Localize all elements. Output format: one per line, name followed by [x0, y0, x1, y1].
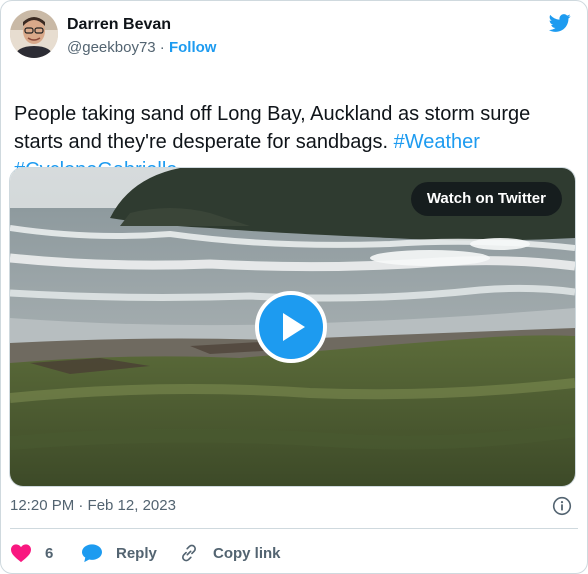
twitter-bird-icon[interactable]: [547, 12, 573, 34]
author-handle[interactable]: @geekboy73: [67, 39, 156, 56]
like-count: 6: [45, 544, 54, 562]
link-icon: [182, 544, 196, 562]
watch-on-twitter-button[interactable]: Watch on Twitter: [410, 182, 562, 216]
reply-button[interactable]: Reply: [81, 541, 157, 565]
copy-link-label: Copy link: [213, 544, 281, 562]
tweet-timestamp[interactable]: 12:20 PM · Feb 12, 2023: [10, 497, 176, 514]
video-media[interactable]: Watch on Twitter: [9, 167, 576, 487]
info-icon[interactable]: [552, 496, 572, 516]
author-handle-row: @geekboy73 · Follow: [67, 39, 216, 56]
separator-dot: ·: [159, 39, 165, 56]
play-button[interactable]: [255, 291, 327, 363]
heart-icon: [11, 544, 31, 563]
copy-link-button[interactable]: Copy link: [178, 541, 281, 565]
reply-label: Reply: [116, 544, 157, 562]
divider: [10, 528, 578, 529]
play-icon: [283, 313, 305, 341]
like-button[interactable]: 6: [10, 541, 53, 565]
author-name[interactable]: Darren Bevan: [67, 16, 171, 34]
tweet-card: Darren Bevan @geekboy73 · Follow People …: [0, 0, 588, 574]
reply-bubble-icon: [82, 544, 102, 563]
follow-button[interactable]: Follow: [169, 39, 217, 56]
hashtag-weather[interactable]: #Weather: [394, 131, 480, 153]
avatar[interactable]: [10, 10, 58, 58]
